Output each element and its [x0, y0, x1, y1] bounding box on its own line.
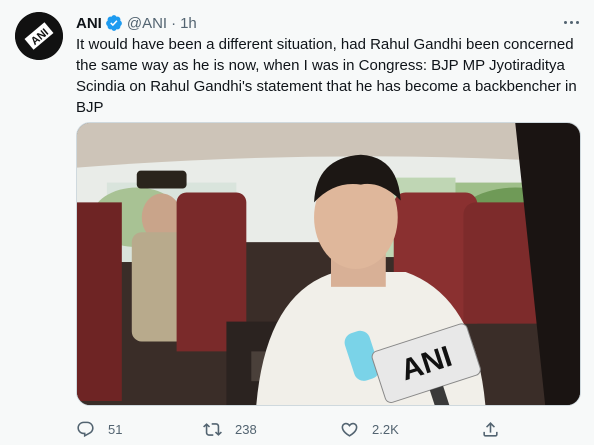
- header-separator: ·: [171, 14, 177, 32]
- avatar[interactable]: ANI: [15, 12, 63, 60]
- reply-button[interactable]: 51: [76, 416, 122, 442]
- reply-count: 51: [108, 421, 123, 437]
- share-icon: [483, 421, 498, 437]
- like-count: 2.2K: [372, 421, 399, 437]
- car-interior-photo: ANI: [77, 123, 580, 405]
- author-handle[interactable]: @ANI: [127, 15, 167, 32]
- tweet-actions: 51 238 2.2K: [76, 416, 506, 442]
- heart-icon: [341, 422, 358, 437]
- more-options-button[interactable]: [560, 12, 582, 32]
- retweet-count: 238: [235, 421, 257, 437]
- reply-icon: [77, 421, 94, 437]
- tweet-timestamp[interactable]: 1h: [180, 15, 197, 32]
- tweet-media-image[interactable]: ANI: [76, 122, 581, 406]
- author-name[interactable]: ANI: [76, 15, 102, 32]
- retweet-button[interactable]: 238: [203, 416, 257, 442]
- ani-logo-icon: ANI: [15, 12, 63, 60]
- tweet[interactable]: ANI ANI @ANI · 1h It would have been a d…: [0, 0, 594, 445]
- share-button[interactable]: [481, 416, 500, 442]
- retweet-icon: [203, 422, 222, 436]
- more-dots-icon: [563, 20, 567, 24]
- tweet-text: It would have been a different situation…: [76, 36, 577, 116]
- verified-badge-icon: [105, 15, 122, 31]
- like-button[interactable]: 2.2K: [340, 416, 399, 442]
- tweet-header: ANI @ANI · 1h: [76, 13, 197, 33]
